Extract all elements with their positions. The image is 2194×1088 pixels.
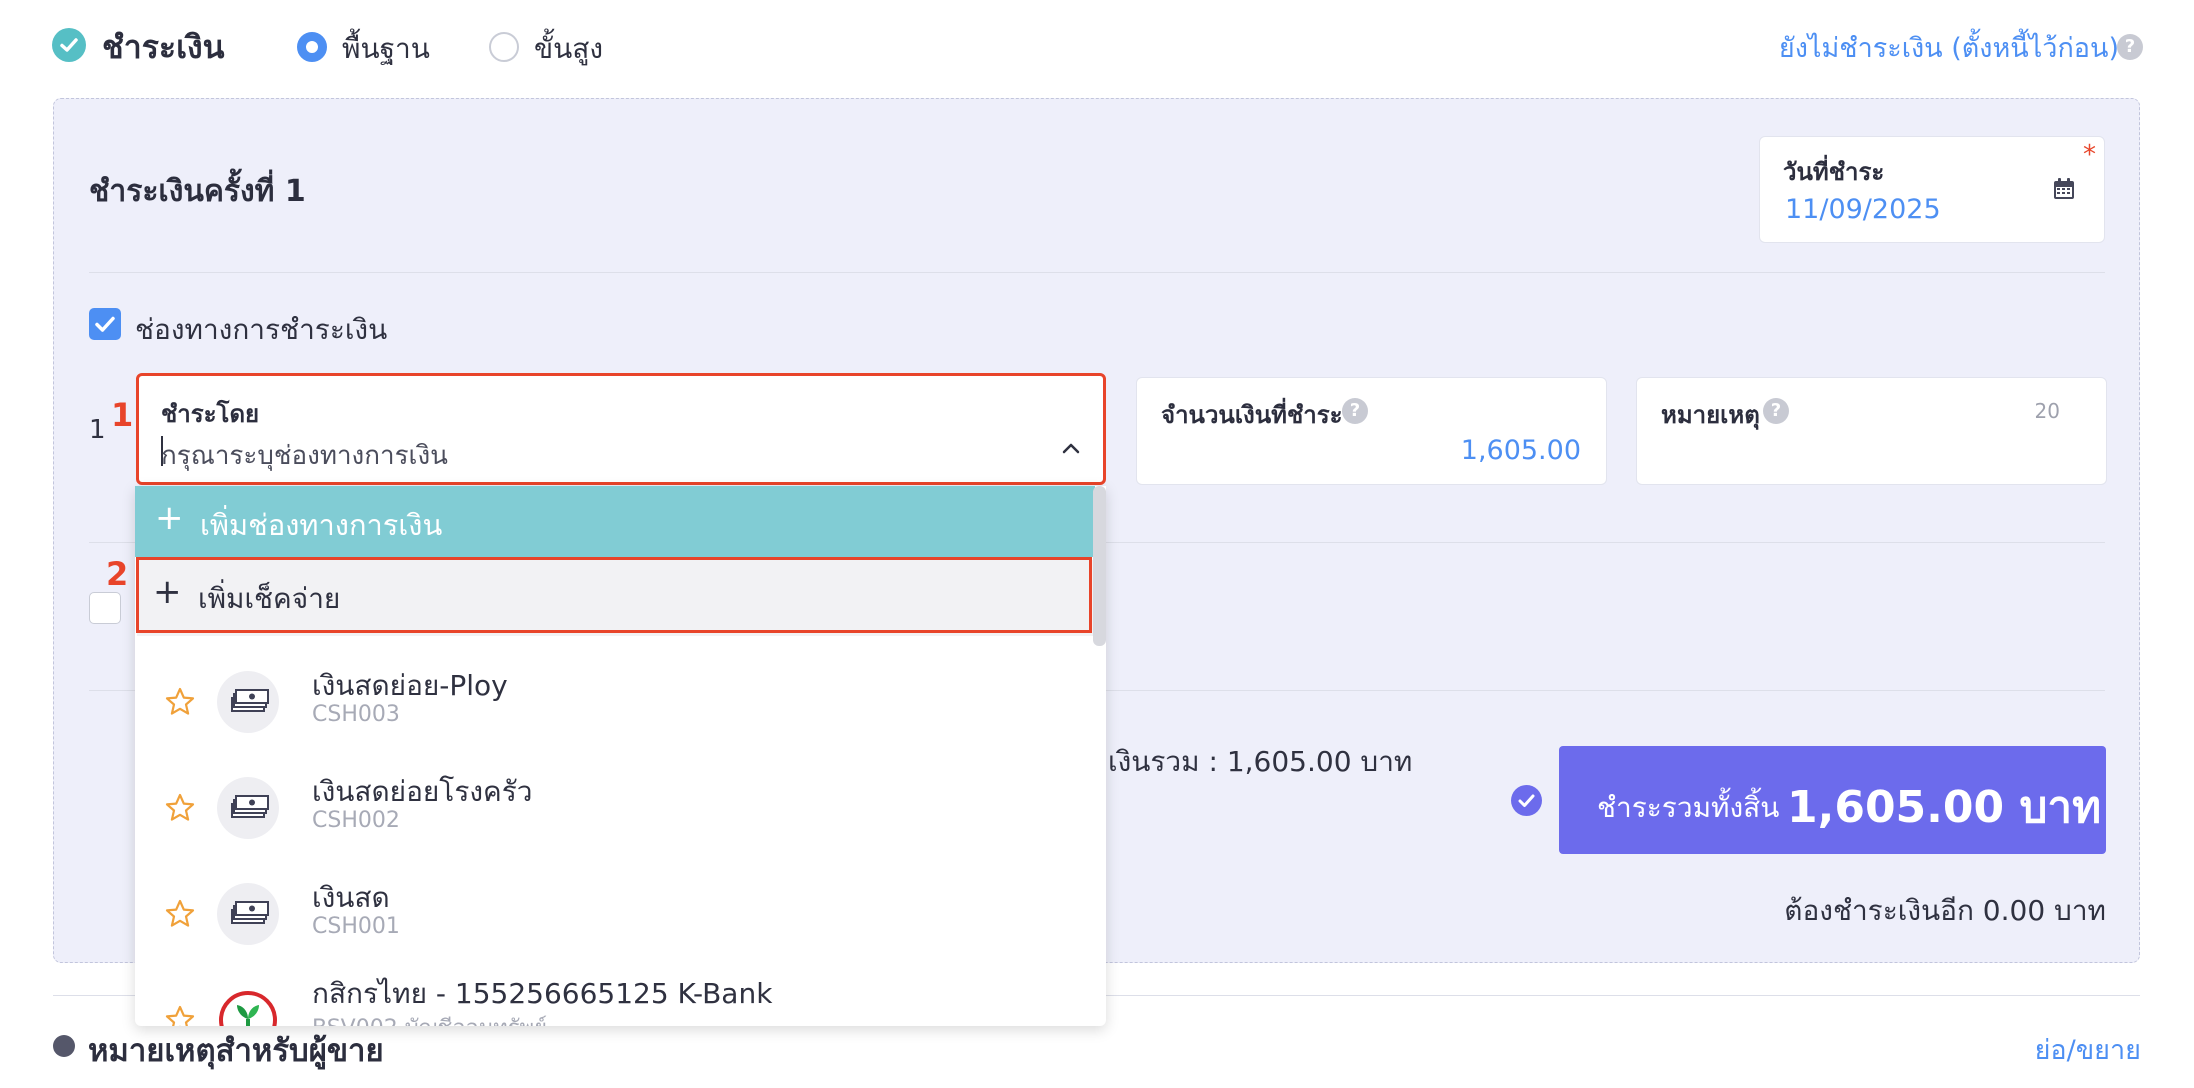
- cash-icon: [217, 777, 279, 839]
- cash-icon: [217, 883, 279, 945]
- item-code: BSV002 บัญชีออมทรัพย์: [312, 1010, 547, 1026]
- pay-by-label: ชำระโดย: [161, 400, 260, 428]
- remark-char-counter: 20: [2034, 399, 2060, 423]
- divider: [89, 272, 2105, 273]
- pay-by-input[interactable]: กรุณาระบุช่องทางการเงิน: [161, 435, 448, 476]
- star-icon[interactable]: [164, 1004, 196, 1026]
- total-label: ชำระรวมทั้งสิ้น: [1597, 791, 1780, 824]
- annotation-1: 1: [111, 396, 134, 434]
- amount-label: จำนวนเงินที่ชำระ: [1161, 401, 1343, 429]
- radio-advanced-label[interactable]: ขั้นสูง: [534, 27, 603, 71]
- collapse-link[interactable]: ย่อ/ขยาย: [2035, 1028, 2141, 1071]
- item-code: CSH002: [312, 808, 400, 833]
- amount-value[interactable]: 1,605.00: [1461, 435, 1581, 466]
- channel-checkbox-label: ช่องทางการชำระเงิน: [135, 313, 388, 346]
- item-code: CSH003: [312, 702, 400, 727]
- row-number: 1: [89, 415, 106, 445]
- unpaid-link[interactable]: ยังไม่ชำระเงิน (ตั้งหนี้ไว้ก่อน): [1779, 26, 2119, 69]
- list-item[interactable]: เงินสดย่อยโรงครัว CSH002: [135, 754, 1090, 858]
- date-value[interactable]: 11/09/2025: [1785, 194, 1941, 225]
- add-channel-option[interactable]: + เพิ่มช่องทางการเงิน: [135, 486, 1095, 557]
- total-value: 1,605.00 บาท: [1787, 782, 2102, 833]
- date-label: วันที่ชำระ: [1783, 158, 1885, 186]
- bullet-icon: [53, 1035, 75, 1057]
- payment-title: ชำระเงินครั้งที่ 1: [89, 174, 306, 209]
- annotation-box-2: [136, 557, 1092, 633]
- annotation-2: 2: [106, 555, 129, 593]
- remark-label: หมายเหตุ: [1661, 401, 1760, 429]
- radio-advanced[interactable]: [489, 32, 519, 62]
- dropdown-scrollbar[interactable]: [1093, 486, 1106, 646]
- plus-icon: +: [155, 498, 184, 538]
- chevron-up-icon[interactable]: [1059, 437, 1083, 465]
- second-checkbox[interactable]: [89, 592, 121, 624]
- list-item[interactable]: กสิกรไทย - 155256665125 K-Bank BSV002 บั…: [135, 966, 1090, 1026]
- add-channel-label: เพิ่มช่องทางการเงิน: [200, 508, 443, 542]
- star-icon[interactable]: [164, 686, 196, 718]
- amount-field[interactable]: จำนวนเงินที่ชำระ ? 1,605.00: [1136, 377, 1607, 485]
- list-item[interactable]: เงินสดย่อย-Ploy CSH003: [135, 648, 1090, 752]
- remaining-text: ต้องชำระเงินอีก 0.00 บาท: [1784, 894, 2106, 927]
- total-pay-button[interactable]: ชำระรวมทั้งสิ้น 1,605.00 บาท: [1559, 746, 2106, 854]
- radio-basic-label[interactable]: พื้นฐาน: [342, 27, 430, 71]
- sum-text: เงินรวม : 1,605.00 บาท: [1108, 745, 1413, 778]
- kbank-logo: [219, 991, 277, 1026]
- section-title: ชำระเงิน: [102, 28, 225, 66]
- list-item[interactable]: เงินสด CSH001: [135, 860, 1090, 964]
- item-code: CSH001: [312, 914, 400, 939]
- radio-basic[interactable]: [297, 32, 327, 62]
- remark-field[interactable]: หมายเหตุ ? 20: [1636, 377, 2107, 485]
- channel-checkbox[interactable]: [89, 308, 121, 340]
- section-check-icon: [52, 28, 86, 62]
- star-icon[interactable]: [164, 792, 196, 824]
- seller-note-title: หมายเหตุสำหรับผู้ขาย: [88, 1033, 384, 1069]
- calendar-icon[interactable]: [2052, 177, 2076, 205]
- required-mark: *: [2083, 140, 2096, 170]
- cash-icon: [217, 671, 279, 733]
- help-icon[interactable]: ?: [2117, 34, 2143, 60]
- total-check-icon: [1511, 785, 1542, 816]
- amount-help-icon[interactable]: ?: [1342, 398, 1368, 424]
- star-icon[interactable]: [164, 898, 196, 930]
- remark-help-icon[interactable]: ?: [1763, 398, 1789, 424]
